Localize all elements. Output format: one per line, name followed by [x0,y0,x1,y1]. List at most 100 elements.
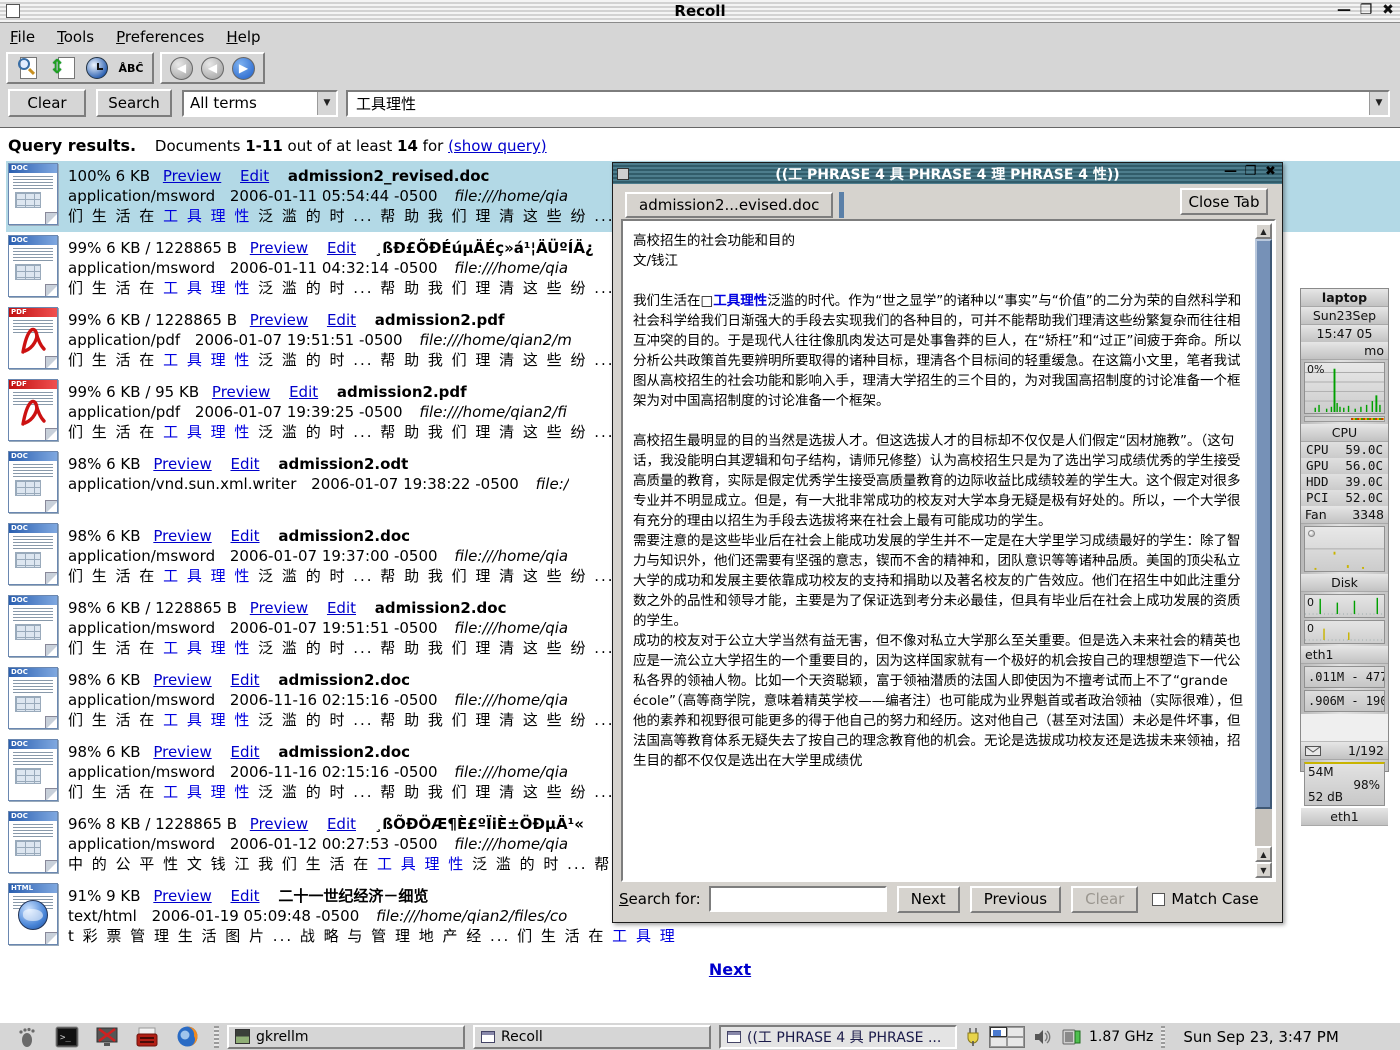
menu-tools[interactable]: Tools [57,28,94,46]
clear-button[interactable]: Clear [8,89,86,117]
close-icon[interactable]: ✖ [1380,2,1396,18]
sort-parameters-icon[interactable]: ⇕ [50,55,76,81]
edit-link[interactable]: Edit [327,815,356,833]
menu-preferences[interactable]: Preferences [116,28,204,46]
task-button-preview[interactable]: ((工 PHRASE 4 具 PHRASE ... [719,1025,957,1049]
minimize-icon[interactable]: — [1336,2,1352,18]
typewriter-launcher-icon[interactable] [134,1025,160,1049]
menu-file[interactable]: File [10,28,35,46]
term-explorer-icon[interactable]: ÅBĈ [118,55,144,81]
main-titlebar[interactable]: Recoll — ❐ ✖ [0,0,1400,23]
temp-row: CPU59.0C [1301,442,1388,458]
gkrellm-task-icon [235,1029,250,1044]
result-date: 2006-01-07 19:37:00 -0500 [230,547,438,565]
file-type-icon: HTML [8,883,58,945]
maximize-icon[interactable]: ❐ [1358,2,1374,18]
disk-read-chart: 0 [1304,594,1385,618]
workspace-cell[interactable] [990,1037,1007,1047]
firefox-launcher-icon[interactable] [174,1025,200,1049]
checkbox-icon[interactable] [1152,893,1165,906]
gnome-menu-icon[interactable] [14,1025,40,1049]
edit-link[interactable]: Edit [327,239,356,257]
task-button-gkrellm[interactable]: gkrellm [227,1025,465,1049]
next-page-link[interactable]: Next [700,960,760,979]
match-case-checkbox[interactable]: Match Case [1152,890,1258,908]
workspace-cell[interactable] [1007,1027,1024,1037]
scroll-up-icon[interactable]: ▲ [1255,223,1272,239]
nav-back-icon[interactable]: ◀ [201,57,224,80]
nav-forward-icon[interactable]: ▶ [232,57,255,80]
result-url: file:///home/qia [454,547,568,565]
preview-link[interactable]: Preview [250,815,308,833]
find-clear-button[interactable]: Clear [1071,886,1138,913]
preview-title: ((工 PHRASE 4 具 PHRASE 4 理 PHRASE 4 性)) [613,164,1282,184]
task-button-recoll[interactable]: Recoll [473,1025,711,1049]
preview-link[interactable]: Preview [153,671,211,689]
result-snippet: 中 的 公 平 性 文 钱 江 我 们 生 活 在 工 具 理 性 泛 滥 的 … [68,854,683,874]
edit-link[interactable]: Edit [231,743,260,761]
preview-link[interactable]: Preview [153,527,211,545]
find-next-button[interactable]: Next [897,886,960,913]
lock-screen-icon[interactable] [94,1025,120,1049]
volume-speaker-icon[interactable] [1033,1028,1053,1046]
show-query-link[interactable]: (show query) [448,137,547,155]
minimize-icon[interactable]: — [1223,164,1238,181]
edit-link[interactable]: Edit [231,527,260,545]
cpu-freq-icon[interactable] [1061,1027,1081,1047]
edit-link[interactable]: Edit [240,167,269,185]
preview-link[interactable]: Preview [153,455,211,473]
toolbar-handle[interactable] [214,1026,219,1048]
result-snippet: 们 生 活 在 工 具 理 性 泛 滥 的 时 ... 帮 助 我 们 理 清 … [68,782,686,802]
preview-titlebar[interactable]: ((工 PHRASE 4 具 PHRASE 4 理 PHRASE 4 性)) —… [613,163,1282,184]
scroll-up-icon[interactable]: ▲ [1255,846,1272,862]
result-snippet: 们 生 活 在 工 具 理 性 泛 滥 的 时 ... 帮 助 我 们 理 清 … [68,710,686,730]
preview-link[interactable]: Preview [163,167,221,185]
edit-link[interactable]: Edit [231,671,260,689]
file-type-icon: DOC [8,235,58,297]
scrollbar-thumb[interactable] [1255,239,1272,809]
workspace-cell[interactable] [1007,1037,1024,1047]
preview-link[interactable]: Preview [250,239,308,257]
find-input[interactable] [709,886,887,912]
preview-link[interactable]: Preview [153,743,211,761]
find-previous-button[interactable]: Previous [970,886,1061,913]
preview-scrollbar[interactable]: ▲ ▲ ▼ [1255,223,1272,878]
workspace-switcher[interactable] [989,1026,1025,1048]
result-url: file:/ [536,475,569,493]
fan-row: Fan3348 [1301,506,1388,524]
scroll-down-icon[interactable]: ▼ [1255,862,1272,878]
cpu-percent-label: 0% [1307,363,1324,376]
preview-text-area[interactable]: 高校招生的社会功能和目的 文/钱江 我们生活在□工具理性泛滥的时代。作为“世之显… [621,219,1276,882]
preview-link[interactable]: Preview [153,887,211,905]
search-button[interactable]: Search [96,89,172,117]
edit-link[interactable]: Edit [327,599,356,617]
nav-first-icon[interactable]: ◀ [170,57,193,80]
preview-link[interactable]: Preview [250,311,308,329]
edit-link[interactable]: Edit [231,455,260,473]
result-mimetype: application/msword [68,619,215,637]
matched-term: 工 具 理 性 [163,567,251,585]
preview-window: ((工 PHRASE 4 具 PHRASE 4 理 PHRASE 4 性)) —… [612,162,1283,923]
workspace-cell-active[interactable] [990,1027,1007,1037]
close-tab-button[interactable]: Close Tab [1180,188,1268,215]
chevron-down-icon[interactable]: ▼ [1369,92,1388,115]
preview-link[interactable]: Preview [212,383,270,401]
edit-link[interactable]: Edit [289,383,318,401]
preview-link[interactable]: Preview [250,599,308,617]
edit-link[interactable]: Edit [327,311,356,329]
chevron-down-icon[interactable]: ▼ [317,92,336,115]
edit-link[interactable]: Edit [231,887,260,905]
history-clock-icon[interactable] [84,55,110,81]
result-filename: admission2.doc [278,671,410,689]
maximize-icon[interactable]: ❐ [1243,164,1258,181]
query-input[interactable]: 工具理性 ▼ [346,90,1390,117]
result-filename: admission2_revised.doc [288,167,490,185]
power-plug-icon[interactable] [965,1027,981,1047]
terminal-launcher-icon[interactable]: >_ [54,1025,80,1049]
taskbar-clock[interactable]: Sun Sep 23, 3:47 PM [1183,1028,1338,1046]
close-icon[interactable]: ✖ [1263,164,1278,181]
advanced-search-icon[interactable] [16,55,42,81]
menu-help[interactable]: Help [226,28,260,46]
preview-tab[interactable]: admission2...evised.doc [625,192,833,218]
search-mode-select[interactable]: All terms ▼ [182,90,338,117]
